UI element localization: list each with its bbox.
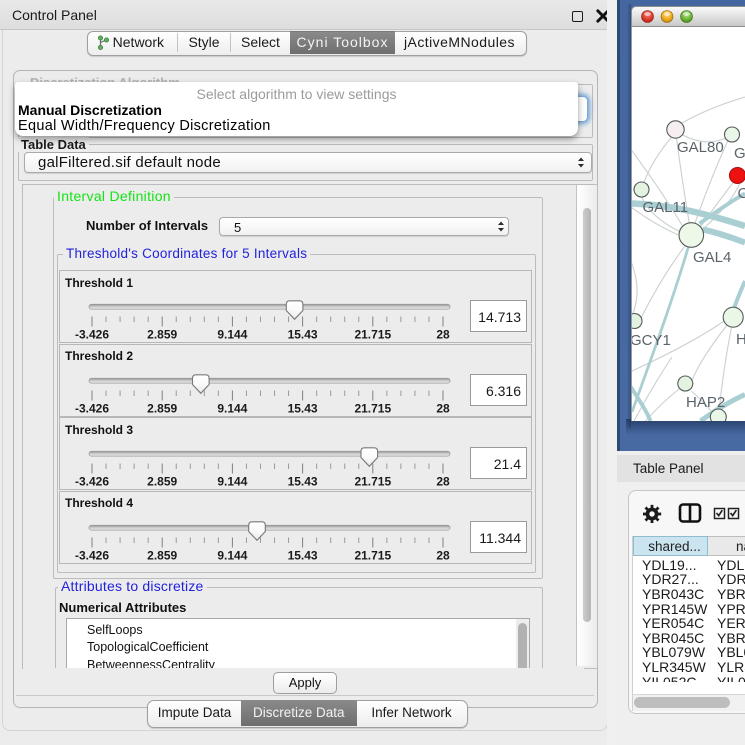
svg-text:28: 28 — [436, 401, 450, 415]
svg-text:-3.426: -3.426 — [75, 475, 109, 489]
svg-text:-3.426: -3.426 — [75, 328, 109, 342]
svg-text:2.859: 2.859 — [147, 328, 177, 342]
svg-text:GA: GA — [734, 145, 745, 162]
svg-text:21.715: 21.715 — [354, 475, 391, 489]
svg-text:15.43: 15.43 — [288, 401, 318, 415]
svg-text:2.859: 2.859 — [147, 475, 177, 489]
svg-text:15.43: 15.43 — [288, 475, 318, 489]
svg-text:21.715: 21.715 — [354, 401, 391, 415]
svg-text:CD: CD — [738, 185, 745, 202]
svg-text:HAP2: HAP2 — [686, 394, 725, 411]
svg-text:21.715: 21.715 — [354, 548, 391, 562]
svg-text:GAL4: GAL4 — [693, 249, 731, 266]
svg-text:9.144: 9.144 — [217, 401, 247, 415]
svg-text:28: 28 — [436, 548, 450, 562]
svg-text:2.859: 2.859 — [147, 401, 177, 415]
svg-text:15.43: 15.43 — [288, 328, 318, 342]
svg-text:-3.426: -3.426 — [75, 401, 109, 415]
svg-text:2.859: 2.859 — [147, 548, 177, 562]
svg-text:9.144: 9.144 — [217, 328, 247, 342]
svg-text:28: 28 — [436, 475, 450, 489]
svg-text:GAL11: GAL11 — [643, 199, 689, 216]
svg-text:GAL80: GAL80 — [677, 139, 724, 156]
svg-text:9.144: 9.144 — [217, 475, 247, 489]
svg-text:28: 28 — [436, 328, 450, 342]
svg-text:-3.426: -3.426 — [75, 548, 109, 562]
svg-text:21.715: 21.715 — [354, 328, 391, 342]
svg-text:15.43: 15.43 — [288, 548, 318, 562]
svg-text:HI: HI — [736, 331, 745, 348]
svg-text:GCY1: GCY1 — [632, 332, 671, 349]
svg-text:9.144: 9.144 — [217, 548, 247, 562]
